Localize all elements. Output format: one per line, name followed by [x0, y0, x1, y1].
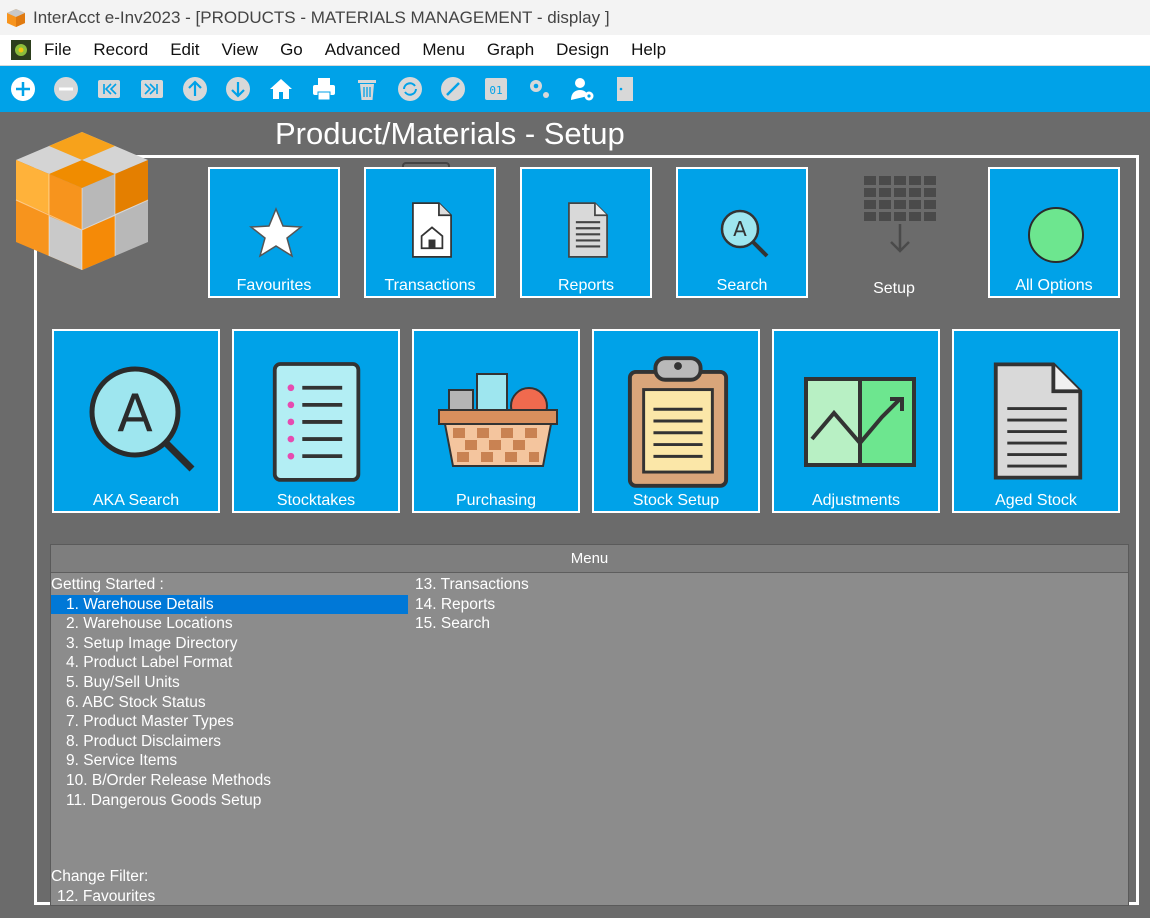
- toolbar: 01: [0, 66, 1150, 112]
- clipboard-icon: [627, 356, 729, 488]
- tile-transactions[interactable]: Transactions: [364, 167, 496, 298]
- tile-search[interactable]: A Search: [676, 167, 808, 298]
- tile-aged-stock[interactable]: Aged Stock: [952, 329, 1120, 513]
- menu-item-service-items[interactable]: 9. Service Items: [51, 751, 408, 771]
- menu-item-reports[interactable]: 14. Reports: [415, 595, 529, 615]
- svg-text:01: 01: [489, 84, 502, 97]
- tile-favourites[interactable]: Favourites: [208, 167, 340, 298]
- menu-view[interactable]: View: [222, 40, 259, 60]
- menu-item-favourites[interactable]: 12. Favourites: [51, 887, 399, 907]
- magnifier-a-icon: A: [89, 366, 195, 472]
- system-menu-icon[interactable]: [10, 39, 32, 61]
- menu-item-setup-image-directory[interactable]: 3. Setup Image Directory: [51, 634, 408, 654]
- tile-search-label: Search: [716, 277, 768, 294]
- add-icon[interactable]: [8, 74, 38, 104]
- getting-started-heading: Getting Started :: [51, 576, 164, 593]
- report-document-icon: [568, 202, 608, 258]
- tile-stock-setup[interactable]: Stock Setup: [592, 329, 760, 513]
- chart-trend-icon: [804, 377, 916, 467]
- tile-setup[interactable]: Setup: [843, 168, 945, 298]
- change-filter-section: Change Filter: 12. Favourites: [51, 867, 399, 906]
- page-title: Product/Materials - Setup: [275, 116, 625, 151]
- menu-column-1: Getting Started : 1. Warehouse Details 2…: [51, 575, 408, 810]
- tile-aged-stock-label: Aged Stock: [995, 492, 1077, 509]
- menu-panel: Menu Getting Started : 1. Warehouse Deta…: [50, 544, 1129, 906]
- menu-item-dangerous-goods-setup[interactable]: 11. Dangerous Goods Setup: [51, 791, 408, 811]
- menu-file[interactable]: File: [44, 40, 71, 60]
- svg-text:A: A: [117, 384, 153, 444]
- menu-bar: File Record Edit View Go Advanced Menu G…: [0, 35, 1150, 66]
- tile-stock-setup-label: Stock Setup: [632, 492, 720, 509]
- menu-item-search[interactable]: 15. Search: [415, 614, 529, 634]
- menu-graph[interactable]: Graph: [487, 40, 534, 60]
- menu-help[interactable]: Help: [631, 40, 666, 60]
- tile-adjustments[interactable]: Adjustments: [772, 329, 940, 513]
- tile-stocktakes[interactable]: Stocktakes: [232, 329, 400, 513]
- tile-all-options-label: All Options: [1015, 277, 1093, 294]
- menu-item-border-release-methods[interactable]: 10. B/Order Release Methods: [51, 771, 408, 791]
- menu-edit[interactable]: Edit: [170, 40, 199, 60]
- tile-aka-search-label: AKA Search: [92, 492, 180, 509]
- menu-item-buy-sell-units[interactable]: 5. Buy/Sell Units: [51, 673, 408, 693]
- exit-door-icon[interactable]: [610, 74, 640, 104]
- refresh-icon[interactable]: [395, 74, 425, 104]
- menu-menu[interactable]: Menu: [422, 40, 465, 60]
- delete-icon[interactable]: [352, 74, 382, 104]
- star-icon: [248, 207, 304, 258]
- home-icon[interactable]: [266, 74, 296, 104]
- tile-favourites-label: Favourites: [236, 277, 312, 294]
- tile-setup-label: Setup: [873, 280, 915, 297]
- user-settings-icon[interactable]: [567, 74, 597, 104]
- tile-reports[interactable]: Reports: [520, 167, 652, 298]
- tile-purchasing[interactable]: Purchasing: [412, 329, 580, 513]
- window-title: InterAcct e-Inv2023 - [PRODUCTS - MATERI…: [33, 7, 610, 27]
- next-icon[interactable]: [223, 74, 253, 104]
- last-record-icon[interactable]: [137, 74, 167, 104]
- tile-aka-search[interactable]: A AKA Search: [52, 329, 220, 513]
- svg-text:A: A: [733, 217, 747, 241]
- cancel-icon[interactable]: [438, 74, 468, 104]
- record-number-icon[interactable]: 01: [481, 74, 511, 104]
- menu-column-2: 13. Transactions 14. Reports 15. Search: [415, 575, 529, 634]
- menu-design[interactable]: Design: [556, 40, 609, 60]
- tile-reports-label: Reports: [557, 277, 615, 294]
- menu-record[interactable]: Record: [93, 40, 148, 60]
- app-cube-icon: [7, 8, 25, 27]
- puzzle-cube-logo: [15, 132, 149, 270]
- settings-icon[interactable]: [524, 74, 554, 104]
- green-circle-icon: [1028, 207, 1084, 263]
- change-filter-heading: Change Filter:: [51, 868, 149, 885]
- document-house-icon: [412, 202, 452, 258]
- menu-item-product-master-types[interactable]: 7. Product Master Types: [51, 712, 408, 732]
- tile-purchasing-label: Purchasing: [455, 492, 537, 509]
- menu-item-product-label-format[interactable]: 4. Product Label Format: [51, 653, 408, 673]
- print-icon[interactable]: [309, 74, 339, 104]
- basket-icon: [438, 373, 558, 467]
- menu-header: Menu: [51, 545, 1128, 573]
- menu-item-transactions[interactable]: 13. Transactions: [415, 575, 529, 595]
- previous-icon[interactable]: [180, 74, 210, 104]
- title-bar: InterAcct e-Inv2023 - [PRODUCTS - MATERI…: [0, 0, 1150, 35]
- menu-advanced[interactable]: Advanced: [325, 40, 401, 60]
- tile-transactions-label: Transactions: [384, 277, 476, 294]
- tile-adjustments-label: Adjustments: [811, 492, 901, 509]
- search-a-icon: A: [720, 209, 769, 258]
- tile-all-options[interactable]: All Options: [988, 167, 1120, 298]
- aged-document-icon: [993, 362, 1083, 480]
- menu-go[interactable]: Go: [280, 40, 303, 60]
- menu-item-warehouse-locations[interactable]: 2. Warehouse Locations: [51, 614, 408, 634]
- tile-stocktakes-label: Stocktakes: [276, 492, 356, 509]
- grid-arrow-icon: [864, 176, 936, 253]
- first-record-icon[interactable]: [94, 74, 124, 104]
- checklist-icon: [272, 362, 361, 482]
- remove-icon[interactable]: [51, 74, 81, 104]
- menu-item-abc-stock-status[interactable]: 6. ABC Stock Status: [51, 693, 408, 713]
- menu-item-warehouse-details[interactable]: 1. Warehouse Details: [51, 594, 408, 615]
- menu-item-product-disclaimers[interactable]: 8. Product Disclaimers: [51, 732, 408, 752]
